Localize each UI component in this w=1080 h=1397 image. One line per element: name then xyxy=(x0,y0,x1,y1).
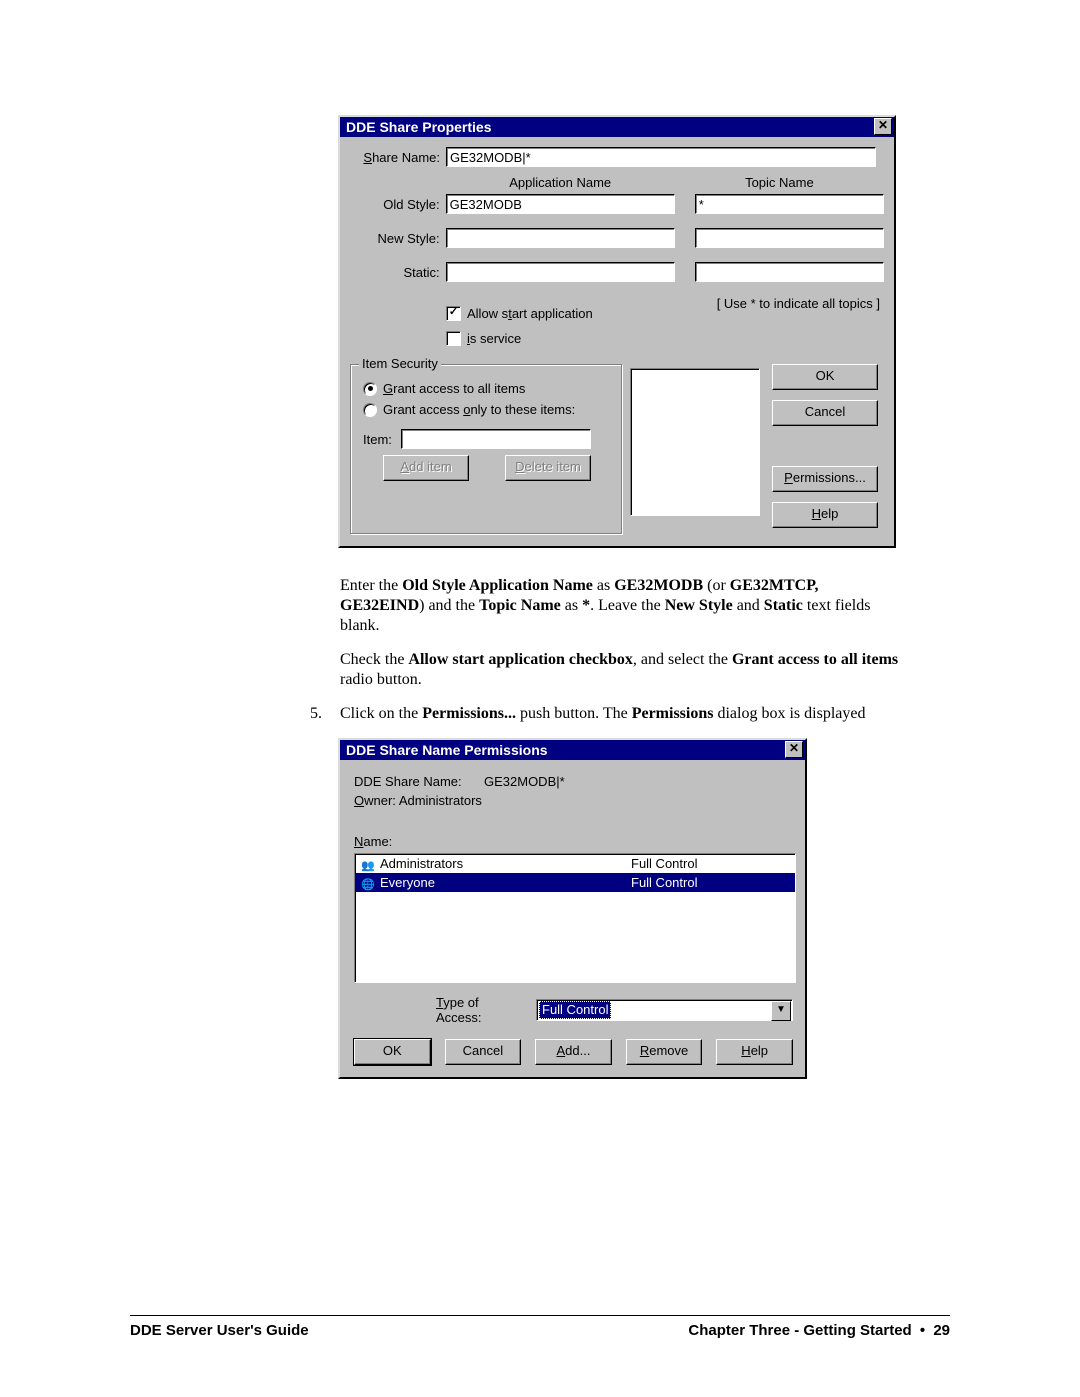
grant-all-radio[interactable] xyxy=(363,382,377,396)
dde-share-name-value: GE32MODB|* xyxy=(484,774,565,789)
add-item-button[interactable]: Add item xyxy=(383,455,469,481)
allow-start-checkbox[interactable]: ✓ xyxy=(446,306,461,321)
footer-left: DDE Server User's Guide xyxy=(130,1322,309,1339)
title-bar: DDE Share Properties ✕ xyxy=(340,117,894,137)
group-icon: 👥 xyxy=(361,857,377,871)
is-service-label: is service xyxy=(467,331,521,346)
dde-share-name-label: DDE Share Name: xyxy=(354,774,484,789)
new-style-topic-field[interactable] xyxy=(695,228,884,248)
grant-all-label: Grant access to all items xyxy=(383,381,525,396)
title-bar: DDE Share Name Permissions ✕ xyxy=(340,740,805,760)
page-footer: DDE Server User's Guide Chapter Three - … xyxy=(130,1315,950,1339)
share-name-label: Share Name: xyxy=(350,150,446,165)
dialog-title: DDE Share Properties xyxy=(346,119,492,135)
old-style-app-field[interactable]: GE32MODB xyxy=(446,194,675,214)
new-style-label: New Style: xyxy=(350,231,446,246)
item-security-legend: Item Security xyxy=(359,356,441,371)
list-item[interactable]: 👥Administrators Full Control xyxy=(355,854,795,873)
step-number: 5. xyxy=(310,704,340,724)
items-listbox[interactable] xyxy=(630,368,760,516)
close-icon[interactable]: ✕ xyxy=(785,741,803,758)
name-label: Name: xyxy=(354,834,392,849)
owner-value: Administrators xyxy=(396,793,482,808)
list-item[interactable]: 🌐Everyone Full Control xyxy=(355,873,795,892)
static-app-field[interactable] xyxy=(446,262,675,282)
help-button[interactable]: Help xyxy=(716,1039,793,1065)
grant-only-label: Grant access only to these items: xyxy=(383,402,575,417)
application-name-header: Application Name xyxy=(446,175,675,190)
chevron-down-icon[interactable]: ▼ xyxy=(771,1001,791,1021)
grant-only-radio[interactable] xyxy=(363,403,377,417)
static-topic-field[interactable] xyxy=(695,262,884,282)
share-name-field[interactable]: GE32MODB|* xyxy=(446,147,876,167)
permissions-listbox[interactable]: 👥Administrators Full Control 🌐Everyone F… xyxy=(354,853,796,983)
type-of-access-select[interactable]: Full Control ▼ xyxy=(536,999,793,1021)
type-of-access-label: Type of Access: xyxy=(436,995,526,1025)
ok-button[interactable]: OK xyxy=(772,364,878,390)
topics-hint: [ Use * to indicate all topics ] xyxy=(593,296,884,311)
item-security-group: Item Security Grant access to all items … xyxy=(350,364,622,534)
new-style-app-field[interactable] xyxy=(446,228,675,248)
instruction-text: Enter the Old Style Application Name as … xyxy=(340,576,900,724)
cancel-button[interactable]: Cancel xyxy=(445,1039,522,1065)
dialog-title: DDE Share Name Permissions xyxy=(346,742,548,758)
help-button[interactable]: Help xyxy=(772,502,878,528)
cancel-button[interactable]: Cancel xyxy=(772,400,878,426)
owner-label: Owner: xyxy=(354,793,396,808)
dde-share-name-permissions-dialog: DDE Share Name Permissions ✕ DDE Share N… xyxy=(338,738,807,1079)
close-icon[interactable]: ✕ xyxy=(874,118,892,135)
item-label: Item: xyxy=(363,432,401,447)
static-label: Static: xyxy=(350,265,446,280)
topic-name-header: Topic Name xyxy=(675,175,884,190)
remove-button[interactable]: Remove xyxy=(626,1039,703,1065)
delete-item-button[interactable]: Delete item xyxy=(505,455,591,481)
old-style-label: Old Style: xyxy=(350,197,446,212)
world-icon: 🌐 xyxy=(361,876,377,890)
allow-start-label: Allow start application xyxy=(467,306,593,321)
permissions-button[interactable]: Permissions... xyxy=(772,466,878,492)
add-button[interactable]: Add... xyxy=(535,1039,612,1065)
old-style-topic-field[interactable]: * xyxy=(695,194,884,214)
is-service-checkbox[interactable] xyxy=(446,331,461,346)
item-field[interactable] xyxy=(401,429,591,449)
footer-right: Chapter Three - Getting Started • 29 xyxy=(688,1322,950,1339)
ok-button[interactable]: OK xyxy=(354,1039,431,1065)
dde-share-properties-dialog: DDE Share Properties ✕ Share Name: GE32M… xyxy=(338,115,896,548)
